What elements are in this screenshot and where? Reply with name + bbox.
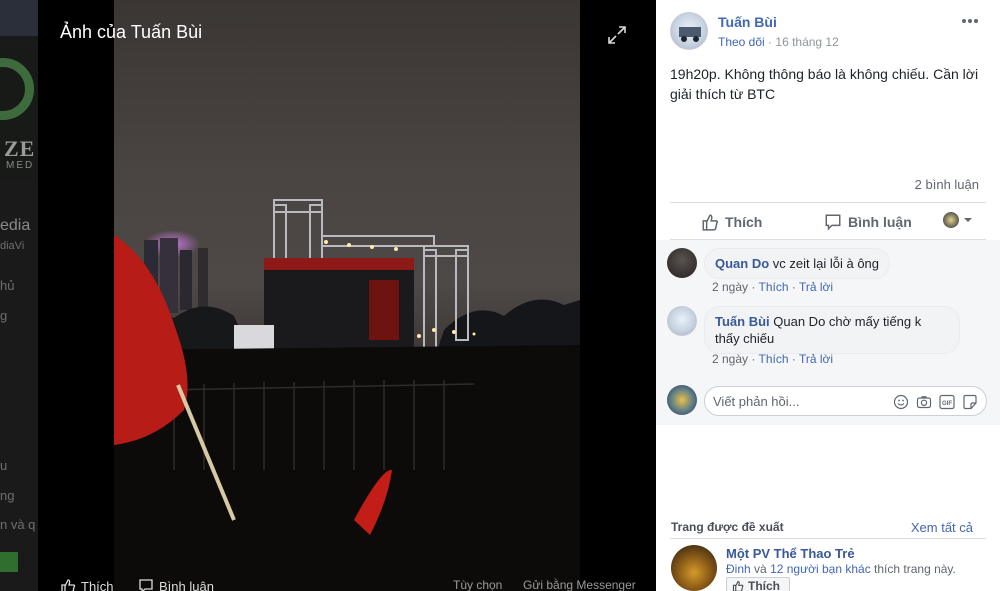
background-button <box>0 552 18 572</box>
comment-author[interactable]: Quan Do <box>715 256 769 271</box>
sticker-icon[interactable] <box>962 394 978 410</box>
background-fragment: g <box>0 308 8 323</box>
divider <box>670 538 986 539</box>
photo-options-link[interactable]: Tùy chọn <box>453 578 502 591</box>
comment-like-link[interactable]: Thích <box>758 280 788 294</box>
logo-subtext: MED <box>6 160 35 171</box>
thumbs-up-icon <box>732 580 744 591</box>
user-avatar <box>943 212 959 228</box>
reply-placeholder: Viết phản hồi... <box>713 394 800 409</box>
photo-scene <box>114 199 580 591</box>
camera-icon[interactable] <box>916 394 932 410</box>
photo-like-button[interactable]: Thích <box>60 578 114 591</box>
comment-reply-link[interactable]: Trả lời <box>799 280 833 294</box>
background-fragment: ng <box>0 488 15 503</box>
logo-text: ZE <box>4 136 36 161</box>
reply-input[interactable]: Viết phản hồi... GIF <box>704 386 987 416</box>
comment-icon <box>825 214 841 231</box>
comment-label: Bình luận <box>848 214 912 230</box>
background-logo: ZE MED <box>0 50 38 180</box>
author-avatar[interactable] <box>670 12 708 50</box>
comment-time[interactable]: 2 ngày <box>712 280 748 294</box>
comment-text: vc zeit lại lỗi à ông <box>772 256 880 271</box>
page-avatar[interactable] <box>671 545 717 591</box>
comment-bubble: Quan Do vc zeit lại lỗi à ông <box>704 248 891 279</box>
more-icon[interactable] <box>960 14 980 28</box>
screen: ZE MED edia diaVi hủ g u ng n và q Ảnh c… <box>0 0 1000 591</box>
photo-comment-button[interactable]: Bình luận <box>138 578 214 591</box>
liked-by-friend[interactable]: Đinh <box>726 562 751 576</box>
suggested-pages-title: Trang được đề xuất <box>671 520 784 534</box>
background-fragment: hủ <box>0 278 15 293</box>
commenter-avatar[interactable] <box>667 306 697 336</box>
post-meta: Theo dõi · 16 tháng 12 <box>718 35 839 49</box>
photo-viewer-title: Ảnh của Tuấn Bùi <box>60 22 203 42</box>
reply-tools: GIF <box>893 394 978 410</box>
commenter-avatar[interactable] <box>667 248 697 278</box>
like-label: Thích <box>725 214 763 230</box>
post-author[interactable]: Tuấn Bùi <box>718 14 777 30</box>
comment-button[interactable]: Bình luận <box>824 211 912 233</box>
page-like-button[interactable]: Thích <box>726 577 790 591</box>
photo[interactable] <box>114 0 580 591</box>
see-all-link[interactable]: Xem tất cả <box>911 520 973 535</box>
background-fragment: diaVi <box>0 240 25 252</box>
send-messenger-link[interactable]: Gửi bằng Messenger <box>523 578 636 591</box>
react-as-selector[interactable] <box>943 212 973 228</box>
svg-text:GIF: GIF <box>942 401 952 407</box>
page-name[interactable]: Một PV Thể Thao Trẻ <box>726 546 855 561</box>
thumbs-up-icon <box>702 214 719 231</box>
photo-comment-label: Bình luận <box>159 578 214 591</box>
comment-reply-link[interactable]: Trả lời <box>799 352 833 366</box>
gif-icon[interactable]: GIF <box>939 394 955 410</box>
liked-by-friends[interactable]: 12 người bạn khác <box>770 562 871 576</box>
divider <box>670 202 986 203</box>
photo-like-label: Thích <box>81 578 114 591</box>
background-fragment: u <box>0 458 8 473</box>
page-liked-by: Đinh và 12 người bạn khác thích trang nà… <box>726 562 956 576</box>
comment-author[interactable]: Tuấn Bùi <box>715 314 770 329</box>
background-fragment: edia <box>0 217 31 234</box>
comment-count[interactable]: 2 bình luận <box>915 177 979 192</box>
follow-link[interactable]: Theo dõi <box>718 35 765 49</box>
emoji-icon[interactable] <box>893 394 909 410</box>
comment-time[interactable]: 2 ngày <box>712 352 748 366</box>
user-avatar <box>667 385 697 415</box>
comment-bubble: Tuấn Bùi Quan Do chờ mấy tiếng k thấy ch… <box>704 306 960 354</box>
like-button[interactable]: Thích <box>701 211 762 233</box>
photo-viewer: Ảnh của Tuấn Bùi Thích Bình luận Tùy chọ… <box>38 0 656 591</box>
thumbs-up-icon <box>61 579 76 591</box>
expand-icon[interactable] <box>607 25 627 45</box>
page-like-label: Thích <box>748 579 780 591</box>
background-page: ZE MED edia diaVi hủ g u ng n và q <box>0 0 38 591</box>
post-date[interactable]: 16 tháng 12 <box>775 35 838 49</box>
liked-by-joiner: và <box>754 562 767 576</box>
post-panel: Tuấn Bùi Theo dõi · 16 tháng 12 19h20p. … <box>656 0 1000 591</box>
comment-like-link[interactable]: Thích <box>758 352 788 366</box>
comment-meta: 2 ngày · Thích · Trả lời <box>712 280 834 294</box>
background-header <box>0 0 38 36</box>
logo-ring-shape <box>0 58 34 120</box>
chevron-down-icon <box>964 218 972 222</box>
background-fragment: n và q <box>0 517 36 532</box>
comment-icon <box>139 579 153 591</box>
post-text: 19h20p. Không thông báo là không chiếu. … <box>670 66 979 102</box>
comment-meta: 2 ngày · Thích · Trả lời <box>712 352 834 366</box>
liked-by-suffix: thích trang này. <box>874 562 956 576</box>
